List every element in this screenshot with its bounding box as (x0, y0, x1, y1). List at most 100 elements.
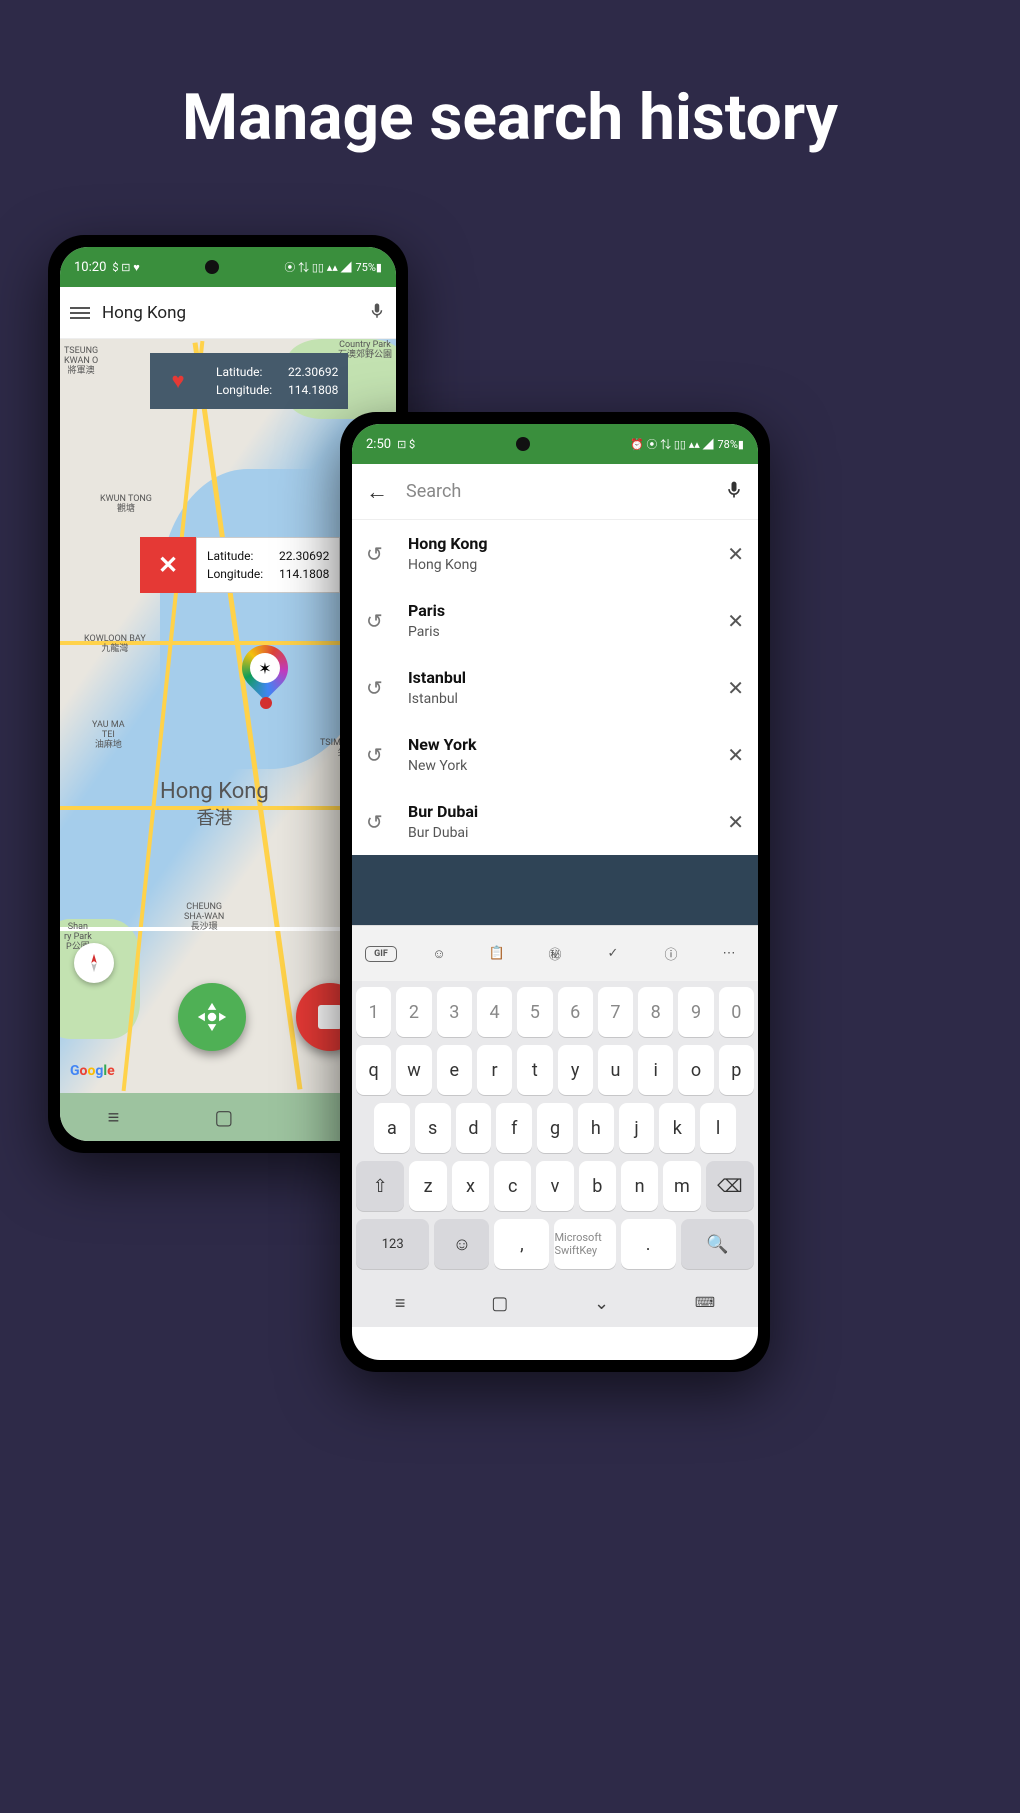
history-item[interactable]: ↺ New YorkNew York ✕ (352, 721, 758, 788)
key-r[interactable]: r (477, 1045, 512, 1095)
heart-icon[interactable]: ♥ (150, 353, 206, 409)
autocorrect-icon[interactable]: ✓ (597, 946, 629, 961)
clipboard-icon[interactable]: 📋 (481, 946, 513, 961)
keyboard-toolbar[interactable]: GIF ☺ 📋 ㊙ ✓ ⓘ ⋯ (352, 925, 758, 981)
nav-recents-icon[interactable]: ≡ (108, 1105, 120, 1130)
lng-value: 114.1808 (279, 567, 329, 581)
key-g[interactable]: g (537, 1103, 573, 1153)
map-label: TSEUNGKWAN O將軍澳 (64, 347, 98, 377)
status-left-icons: $ ⊡ ♥ (112, 261, 139, 274)
status-time: 2:50 (366, 437, 391, 452)
lat-value: 22.30692 (288, 365, 338, 379)
key-w[interactable]: w (396, 1045, 431, 1095)
lat-label: Latitude: (207, 549, 273, 563)
more-icon[interactable]: ⋯ (713, 946, 745, 961)
key-d[interactable]: d (456, 1103, 492, 1153)
map-marker[interactable]: ✶ (242, 645, 290, 705)
key-q[interactable]: q (356, 1045, 391, 1095)
key-2[interactable]: 2 (396, 987, 431, 1037)
history-item[interactable]: ↺ IstanbulIstanbul ✕ (352, 654, 758, 721)
key-m[interactable]: m (663, 1161, 700, 1211)
key-j[interactable]: j (619, 1103, 655, 1153)
search-query[interactable]: Hong Kong (102, 303, 356, 323)
key-f[interactable]: f (496, 1103, 532, 1153)
delete-icon[interactable]: ✕ (727, 743, 744, 767)
key-1[interactable]: 1 (356, 987, 391, 1037)
key-shift[interactable]: ⇧ (356, 1161, 404, 1211)
key-h[interactable]: h (578, 1103, 614, 1153)
nav-home-icon[interactable]: ▢ (214, 1105, 233, 1129)
key-8[interactable]: 8 (638, 987, 673, 1037)
nav-recents-icon[interactable]: ≡ (395, 1293, 406, 1314)
key-7[interactable]: 7 (598, 987, 633, 1037)
history-icon: ↺ (366, 810, 392, 834)
key-l[interactable]: l (700, 1103, 736, 1153)
key-i[interactable]: i (638, 1045, 673, 1095)
key-s[interactable]: s (415, 1103, 451, 1153)
key-y[interactable]: y (558, 1045, 593, 1095)
history-item[interactable]: ↺ Bur DubaiBur Dubai ✕ (352, 788, 758, 855)
key-t[interactable]: t (517, 1045, 552, 1095)
city-label: Hong Kong 香港 (160, 779, 269, 830)
key-0[interactable]: 0 (719, 987, 754, 1037)
history-subtitle: New York (408, 758, 711, 774)
key-o[interactable]: o (678, 1045, 713, 1095)
status-left-icons: ⊡ $ (397, 438, 415, 451)
search-input[interactable]: Search (406, 481, 706, 502)
key-search[interactable]: 🔍 (681, 1219, 754, 1269)
delete-icon[interactable]: ✕ (727, 810, 744, 834)
history-item[interactable]: ↺ Hong KongHong Kong ✕ (352, 520, 758, 587)
key-u[interactable]: u (598, 1045, 633, 1095)
key-k[interactable]: k (659, 1103, 695, 1153)
key-space[interactable]: Microsoft SwiftKey (554, 1219, 615, 1269)
key-comma[interactable]: , (494, 1219, 549, 1269)
key-a[interactable]: a (374, 1103, 410, 1153)
info-remove[interactable]: ✕ Latitude:22.30692 Longitude:114.1808 (140, 537, 340, 593)
close-icon[interactable]: ✕ (140, 537, 196, 593)
translate-icon[interactable]: ㊙ (539, 944, 571, 963)
key-z[interactable]: z (409, 1161, 446, 1211)
nav-keyboard-icon[interactable]: ⌨ (695, 1295, 715, 1311)
nav-home-icon[interactable]: ▢ (491, 1293, 508, 1314)
keyboard[interactable]: 1 2 3 4 5 6 7 8 9 0 q w e r t y u i o (352, 981, 758, 1279)
key-9[interactable]: 9 (678, 987, 713, 1037)
search-row[interactable]: ← Search (352, 464, 758, 520)
key-123[interactable]: 123 (356, 1219, 429, 1269)
map-label: KOWLOON BAY九龍灣 (84, 635, 146, 655)
key-p[interactable]: p (719, 1045, 754, 1095)
key-4[interactable]: 4 (477, 987, 512, 1037)
history-title: Paris (408, 601, 711, 620)
delete-icon[interactable]: ✕ (727, 676, 744, 700)
sticker-icon[interactable]: ☺ (423, 946, 455, 962)
key-v[interactable]: v (536, 1161, 573, 1211)
back-icon[interactable]: ← (366, 479, 388, 505)
system-navbar[interactable]: ≡ ▢ ⌄ ⌨ (352, 1279, 758, 1327)
key-b[interactable]: b (579, 1161, 616, 1211)
key-e[interactable]: e (437, 1045, 472, 1095)
menu-icon[interactable] (70, 307, 90, 319)
key-6[interactable]: 6 (558, 987, 593, 1037)
delete-icon[interactable]: ✕ (727, 542, 744, 566)
key-period[interactable]: . (621, 1219, 676, 1269)
mic-icon[interactable] (724, 480, 744, 504)
key-emoji[interactable]: ☺ (434, 1219, 489, 1269)
history-icon: ↺ (366, 743, 392, 767)
phone-search-screen: 2:50 ⊡ $ ⏰ ⦿ ⇅ ▯▯ ▴▴ ◢ 78%▮ ← Search ↺ H… (352, 424, 758, 1360)
key-x[interactable]: x (452, 1161, 489, 1211)
statusbar: 10:20 $ ⊡ ♥ ⦿ ⇅ ▯▯ ▴▴ ◢ 75%▮ (60, 247, 396, 287)
key-c[interactable]: c (494, 1161, 531, 1211)
mic-icon[interactable] (368, 302, 386, 324)
nav-collapse-icon[interactable]: ⌄ (594, 1293, 609, 1314)
delete-icon[interactable]: ✕ (727, 609, 744, 633)
searchbar[interactable]: Hong Kong (60, 287, 396, 339)
key-5[interactable]: 5 (517, 987, 552, 1037)
info-favorite[interactable]: ♥ Latitude:22.30692 Longitude:114.1808 (150, 353, 348, 409)
key-3[interactable]: 3 (437, 987, 472, 1037)
compass-button[interactable] (74, 943, 114, 983)
gif-button[interactable]: GIF (365, 946, 397, 962)
history-item[interactable]: ↺ ParisParis ✕ (352, 587, 758, 654)
key-n[interactable]: n (621, 1161, 658, 1211)
info-icon[interactable]: ⓘ (655, 944, 687, 963)
joystick-button[interactable] (178, 983, 246, 1051)
key-backspace[interactable]: ⌫ (706, 1161, 754, 1211)
